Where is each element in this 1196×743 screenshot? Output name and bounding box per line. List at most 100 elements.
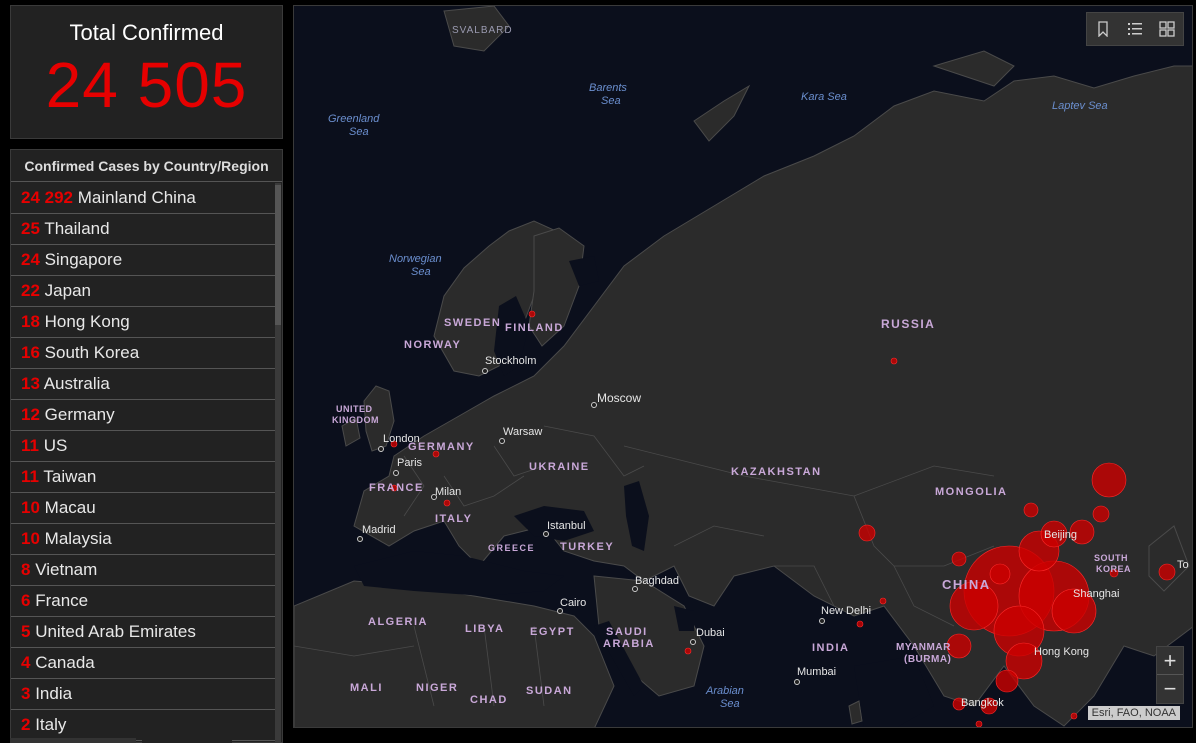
country-count: 11 <box>21 467 39 486</box>
label-milan: Milan <box>435 486 462 498</box>
label-algeria: ALGERIA <box>368 616 428 628</box>
case-bubble-sri-lanka <box>1070 712 1078 720</box>
country-list-panel: Confirmed Cases by Country/Region 24 292… <box>10 149 283 743</box>
country-row[interactable]: 2 Italy <box>11 710 276 741</box>
label-kazakhstan: KAZAKHSTAN <box>731 466 822 478</box>
country-count: 8 <box>21 560 31 579</box>
label-finland: FINLAND <box>505 322 564 334</box>
label-italy: ITALY <box>435 513 473 525</box>
city-dot-new-delhi <box>819 618 825 624</box>
label-arabia: ARABIA <box>603 638 655 650</box>
label-madrid: Madrid <box>362 524 396 536</box>
label-shanghai: Shanghai <box>1073 588 1120 600</box>
land-severnaya <box>932 50 1015 87</box>
label-kingdom: KINGDOM <box>332 415 379 425</box>
label-greenland: Greenland <box>328 113 380 125</box>
city-dot-stockholm <box>482 368 488 374</box>
country-row[interactable]: 6 France <box>11 586 276 617</box>
map-view[interactable]: SVALBARD Barents Sea Kara Sea Laptev Sea… <box>293 5 1193 728</box>
label-greece: GREECE <box>488 543 536 553</box>
grid-icon <box>1159 21 1175 37</box>
country-row[interactable]: 8 Vietnam <box>11 555 276 586</box>
country-count: 10 <box>21 529 40 548</box>
map-toolbar <box>1086 12 1184 46</box>
case-bubble-gansu <box>951 551 967 567</box>
case-bubble-cambodia <box>975 720 983 727</box>
country-row[interactable]: 12 Germany <box>11 400 276 431</box>
label-bangkok: Bangkok <box>961 697 1004 709</box>
case-bubble-italy <box>443 499 451 507</box>
country-count: 16 <box>21 343 40 362</box>
country-row[interactable]: 22 Japan <box>11 276 276 307</box>
basemap-gallery-button[interactable] <box>1151 13 1183 45</box>
label-france: FRANCE <box>369 482 424 494</box>
label-moscow: Moscow <box>597 391 642 405</box>
basemap <box>294 6 1192 727</box>
city-dot-paris <box>393 470 399 476</box>
country-count: 25 <box>21 219 40 238</box>
label-sweden: SWEDEN <box>444 317 502 329</box>
label-warsaw: Warsaw <box>503 426 543 438</box>
case-bubble-finland <box>528 310 536 318</box>
country-row[interactable]: 25 Thailand <box>11 214 276 245</box>
country-name: South Korea <box>44 343 140 362</box>
label-stockholm: Stockholm <box>485 355 537 367</box>
label-kara-sea: Kara Sea <box>801 91 847 103</box>
zoom-control: + − <box>1156 646 1184 704</box>
label-dubai: Dubai <box>696 627 725 639</box>
country-name: Vietnam <box>35 560 98 579</box>
list-scroll-thumb[interactable] <box>275 185 281 325</box>
country-row[interactable]: 13 Australia <box>11 369 276 400</box>
label-hong-kong: Hong Kong <box>1034 646 1090 658</box>
case-bubble-nepal <box>879 597 887 605</box>
country-name: Malaysia <box>44 529 112 548</box>
label-beijing: Beijing <box>1044 529 1078 541</box>
country-row[interactable]: 4 Canada <box>11 648 276 679</box>
label-korea: KOREA <box>1096 564 1132 574</box>
country-name: Australia <box>43 374 110 393</box>
country-row[interactable]: 16 South Korea <box>11 338 276 369</box>
case-bubble-india <box>856 620 864 628</box>
country-row[interactable]: 11 Taiwan <box>11 462 276 493</box>
country-count: 6 <box>21 591 31 610</box>
country-row[interactable]: 5 United Arab Emirates <box>11 617 276 648</box>
bottom-tab-2[interactable] <box>142 738 232 743</box>
label-istanbul: Istanbul <box>547 520 586 532</box>
label-sudan: SUDAN <box>526 685 573 697</box>
country-name: Singapore <box>44 250 123 269</box>
label-norway: NORWAY <box>404 339 462 351</box>
country-row[interactable]: 24 Singapore <box>11 245 276 276</box>
country-count: 13 <box>21 374 40 393</box>
total-confirmed-panel: Total Confirmed 24 505 <box>10 5 283 139</box>
country-row[interactable]: 11 US <box>11 431 276 462</box>
map-attribution: Esri, FAO, NOAA <box>1087 706 1180 720</box>
country-row[interactable]: 3 India <box>11 679 276 710</box>
zoom-out-button[interactable]: − <box>1157 675 1183 703</box>
country-name: Mainland China <box>77 188 196 207</box>
bottom-tab-1[interactable] <box>10 738 136 743</box>
country-row[interactable]: 10 Malaysia <box>11 524 276 555</box>
country-row[interactable]: 24 292 Mainland China <box>11 183 276 214</box>
country-count: 3 <box>21 684 31 703</box>
country-row[interactable]: 18 Hong Kong <box>11 307 276 338</box>
zoom-in-button[interactable]: + <box>1157 647 1183 675</box>
label-ukraine: UKRAINE <box>529 461 590 473</box>
case-bubble-jilin <box>1092 505 1110 523</box>
country-list[interactable]: 24 292 Mainland China 25 Thailand 24 Sin… <box>11 183 276 741</box>
country-name: India <box>35 684 73 703</box>
label-mongolia: MONGOLIA <box>935 486 1008 498</box>
country-row[interactable]: 10 Macau <box>11 493 276 524</box>
legend-button[interactable] <box>1119 13 1151 45</box>
total-confirmed-title: Total Confirmed <box>69 20 224 45</box>
country-count: 24 292 <box>21 188 73 207</box>
label-china: CHINA <box>942 577 991 592</box>
land-srilanka <box>848 700 863 725</box>
country-count: 10 <box>21 498 40 517</box>
label-barents: Barents <box>589 82 627 94</box>
bookmark-button[interactable] <box>1087 13 1119 45</box>
label-paris: Paris <box>397 457 423 469</box>
case-bubble-inner-mongolia <box>1023 502 1039 518</box>
label-niger: NIGER <box>416 682 459 694</box>
label-russia: RUSSIA <box>881 317 936 331</box>
label-london: London <box>383 433 420 445</box>
